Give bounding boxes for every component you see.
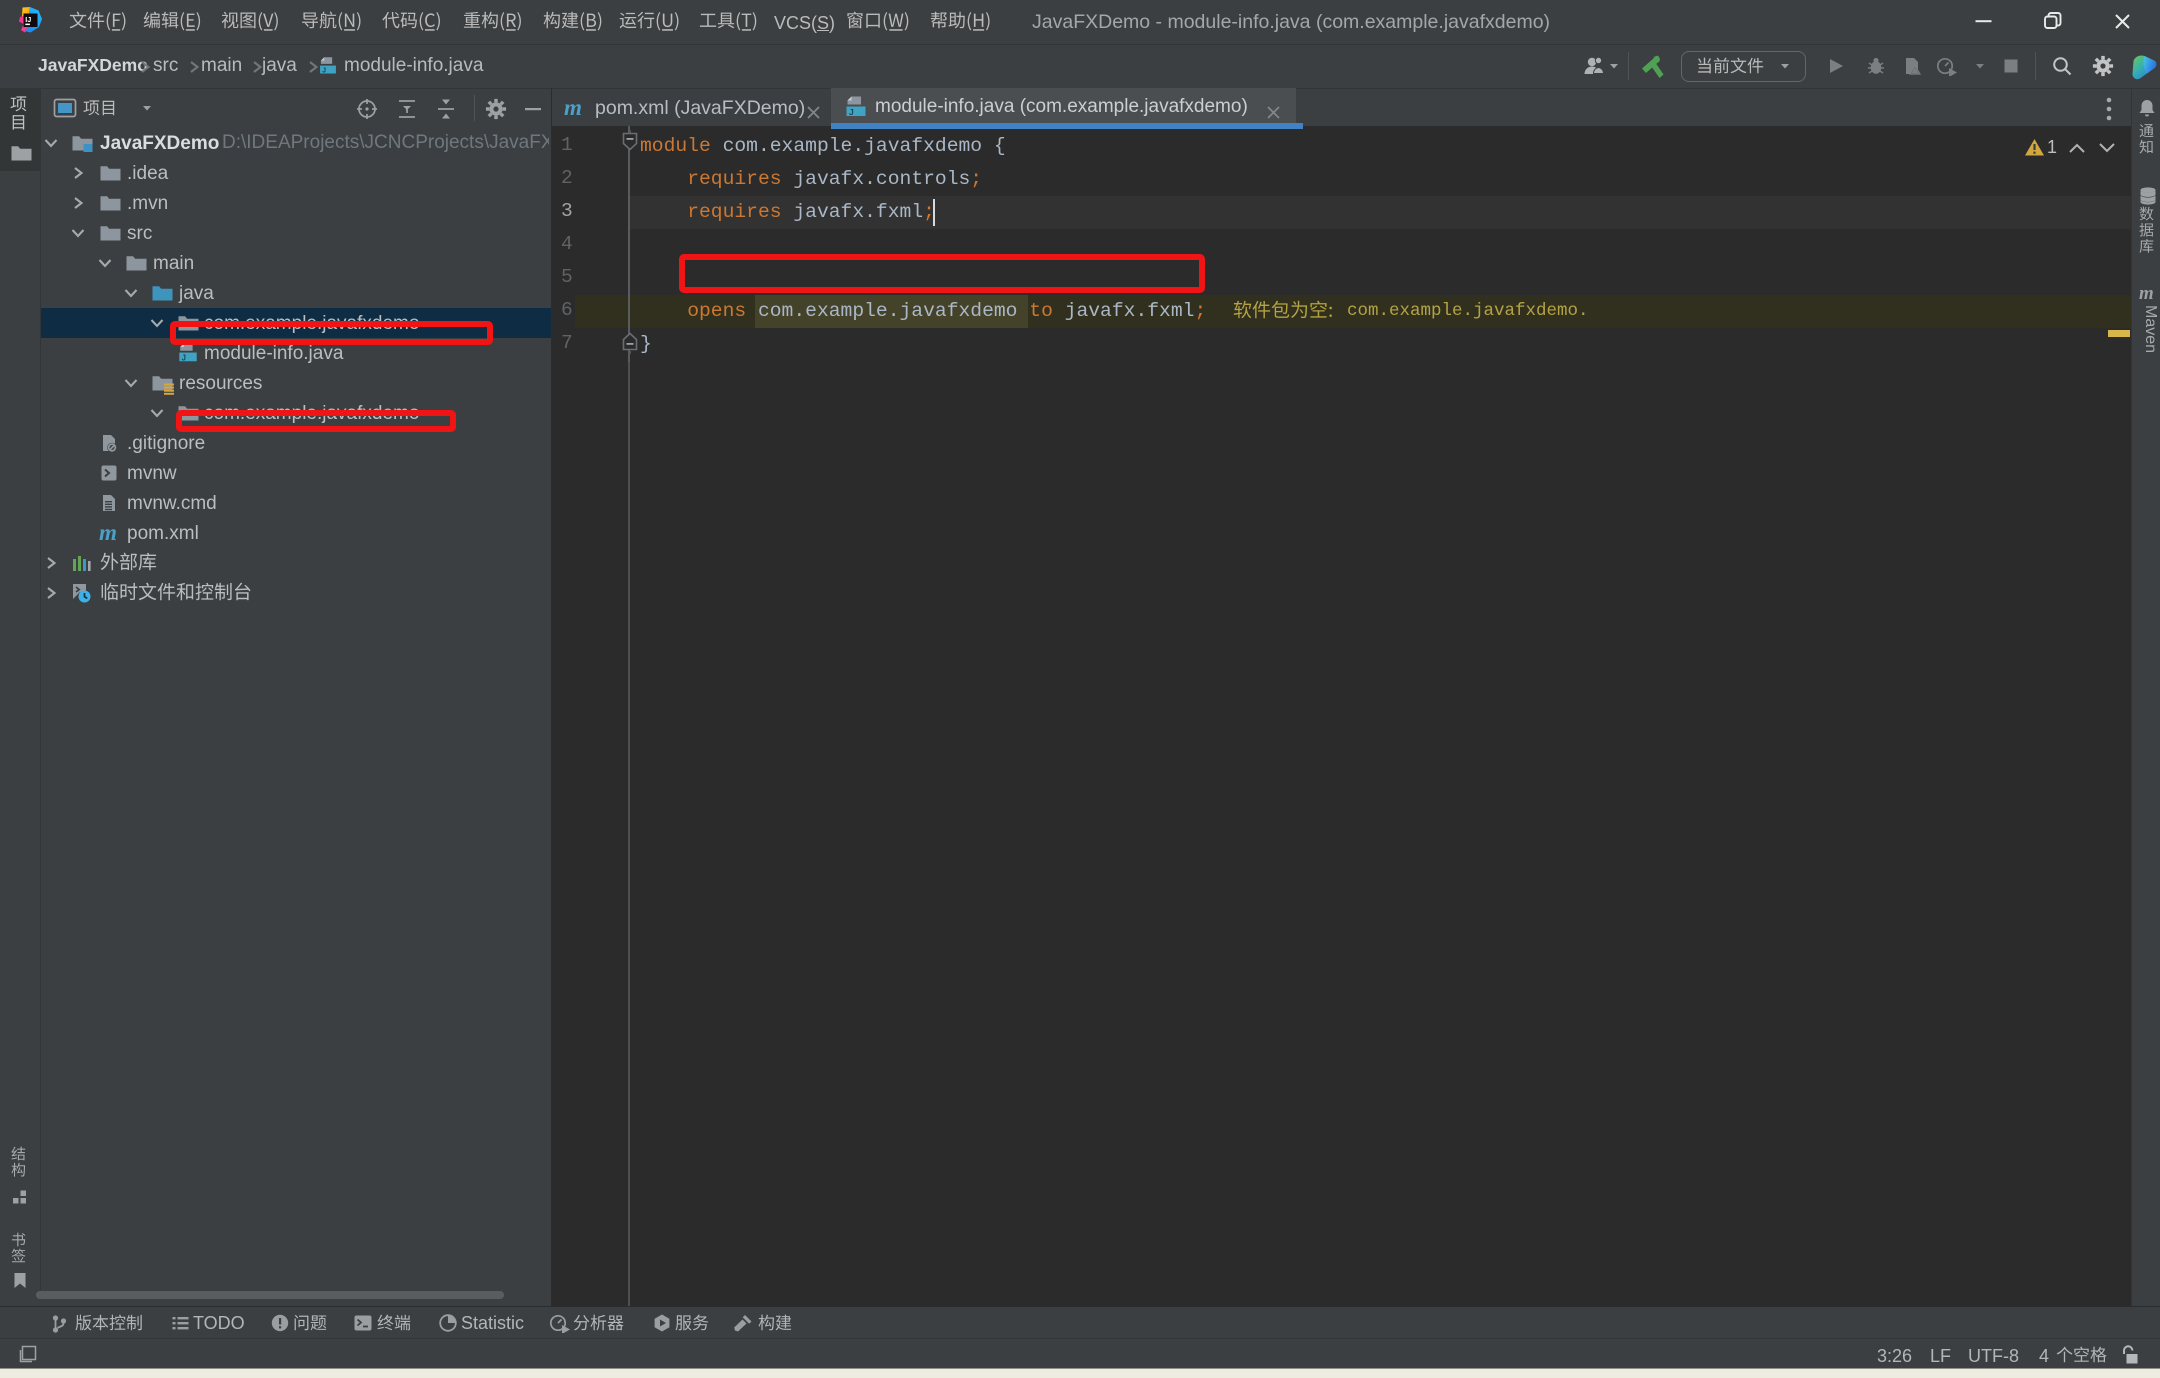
svg-text:m: m (564, 97, 582, 119)
svg-text:m: m (2139, 284, 2154, 302)
svg-text:J: J (322, 67, 326, 75)
svg-text:IJ: IJ (25, 15, 31, 24)
svg-text:J: J (182, 353, 186, 362)
svg-text:m: m (99, 522, 117, 544)
svg-text:J: J (849, 107, 854, 117)
